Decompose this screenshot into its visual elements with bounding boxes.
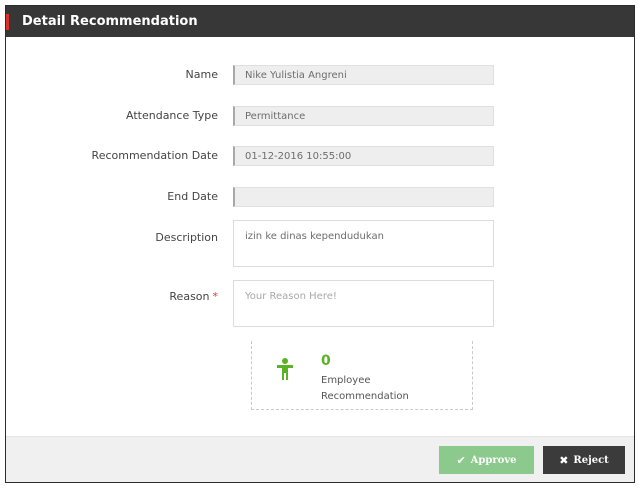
name-label: Name [185,68,218,81]
employee-recommendation-stat: 0 Employee Recommendation [251,341,473,410]
name-field[interactable] [233,65,494,85]
modal-title: Detail Recommendation [22,14,198,29]
modal-footer: ✔ Approve ✖ Reject [6,436,634,482]
recommendation-date-field[interactable] [233,146,494,166]
end-date-field[interactable] [233,187,494,207]
recommendation-date-label: Recommendation Date [91,149,218,162]
header-accent-bar [6,14,9,30]
reason-label: Reason * [6,290,218,304]
reason-label-text: Reason [169,290,210,303]
reject-button-label: Reject [573,454,609,466]
reason-textarea[interactable] [233,280,494,327]
times-icon: ✖ [559,453,569,467]
description-textarea[interactable]: izin ke dinas kependudukan [233,220,494,267]
attendance-type-label: Attendance Type [126,109,218,122]
stat-label: Employee Recommendation [321,375,409,402]
detail-recommendation-modal: Detail Recommendation Name Attendance Ty… [6,6,634,482]
attendance-type-field[interactable] [233,106,494,126]
approve-button-label: Approve [470,454,517,466]
description-label: Description [155,231,218,244]
end-date-label: End Date [167,190,218,203]
approve-button[interactable]: ✔ Approve [439,446,534,474]
check-icon: ✔ [456,453,466,467]
required-marker: * [212,290,219,303]
modal-header: Detail Recommendation [6,6,634,37]
person-icon [277,358,293,380]
reject-button[interactable]: ✖ Reject [543,446,625,474]
stat-value: 0 [321,353,331,369]
